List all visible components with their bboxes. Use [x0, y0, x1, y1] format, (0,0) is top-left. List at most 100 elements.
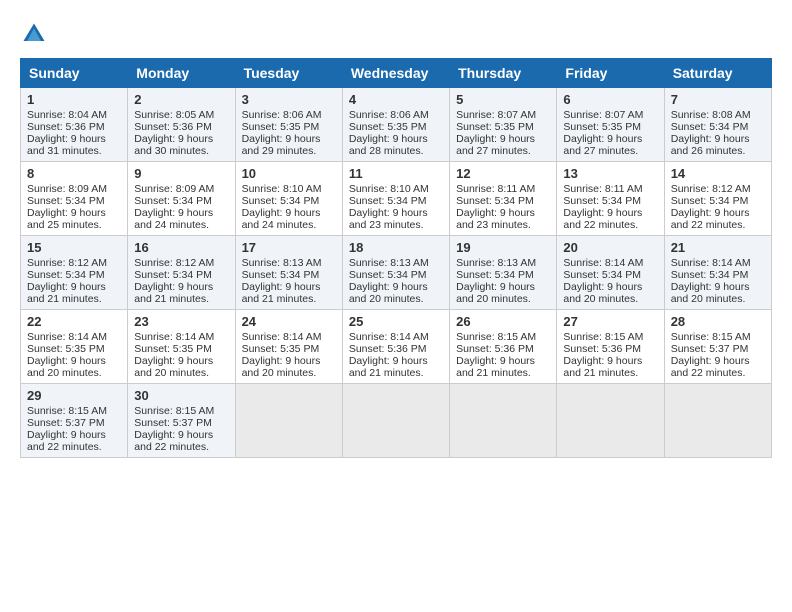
day-number: 10: [242, 166, 336, 181]
daylight-label: Daylight: 9 hours and 24 minutes.: [134, 207, 213, 231]
day-number: 29: [27, 388, 121, 403]
sunrise-label: Sunrise: 8:07 AM: [563, 109, 643, 121]
sunset-label: Sunset: 5:34 PM: [671, 195, 749, 207]
sunrise-label: Sunrise: 8:14 AM: [242, 331, 322, 343]
daylight-label: Daylight: 9 hours and 28 minutes.: [349, 133, 428, 157]
sunset-label: Sunset: 5:34 PM: [456, 269, 534, 281]
daylight-label: Daylight: 9 hours and 21 minutes.: [456, 355, 535, 379]
sunrise-label: Sunrise: 8:06 AM: [242, 109, 322, 121]
daylight-label: Daylight: 9 hours and 27 minutes.: [456, 133, 535, 157]
logo-icon: [20, 20, 48, 48]
calendar-day-cell: 18 Sunrise: 8:13 AM Sunset: 5:34 PM Dayl…: [342, 236, 449, 310]
daylight-label: Daylight: 9 hours and 21 minutes.: [242, 281, 321, 305]
daylight-label: Daylight: 9 hours and 22 minutes.: [671, 355, 750, 379]
daylight-label: Daylight: 9 hours and 20 minutes.: [456, 281, 535, 305]
daylight-label: Daylight: 9 hours and 20 minutes.: [671, 281, 750, 305]
sunrise-label: Sunrise: 8:15 AM: [563, 331, 643, 343]
calendar-day-cell: [664, 384, 771, 458]
day-number: 17: [242, 240, 336, 255]
calendar-day-cell: 3 Sunrise: 8:06 AM Sunset: 5:35 PM Dayli…: [235, 88, 342, 162]
daylight-label: Daylight: 9 hours and 27 minutes.: [563, 133, 642, 157]
sunset-label: Sunset: 5:34 PM: [563, 269, 641, 281]
daylight-label: Daylight: 9 hours and 25 minutes.: [27, 207, 106, 231]
daylight-label: Daylight: 9 hours and 26 minutes.: [671, 133, 750, 157]
weekday-header: Saturday: [664, 59, 771, 88]
daylight-label: Daylight: 9 hours and 21 minutes.: [134, 281, 213, 305]
calendar-day-cell: 9 Sunrise: 8:09 AM Sunset: 5:34 PM Dayli…: [128, 162, 235, 236]
calendar-day-cell: 2 Sunrise: 8:05 AM Sunset: 5:36 PM Dayli…: [128, 88, 235, 162]
sunset-label: Sunset: 5:36 PM: [134, 121, 212, 133]
daylight-label: Daylight: 9 hours and 23 minutes.: [349, 207, 428, 231]
sunrise-label: Sunrise: 8:15 AM: [27, 405, 107, 417]
sunrise-label: Sunrise: 8:12 AM: [134, 257, 214, 269]
day-number: 15: [27, 240, 121, 255]
sunrise-label: Sunrise: 8:09 AM: [27, 183, 107, 195]
calendar-week-row: 15 Sunrise: 8:12 AM Sunset: 5:34 PM Dayl…: [21, 236, 772, 310]
sunset-label: Sunset: 5:36 PM: [563, 343, 641, 355]
calendar-day-cell: [557, 384, 664, 458]
sunset-label: Sunset: 5:34 PM: [27, 269, 105, 281]
sunrise-label: Sunrise: 8:14 AM: [671, 257, 751, 269]
sunset-label: Sunset: 5:34 PM: [563, 195, 641, 207]
calendar-day-cell: 30 Sunrise: 8:15 AM Sunset: 5:37 PM Dayl…: [128, 384, 235, 458]
weekday-header: Monday: [128, 59, 235, 88]
sunset-label: Sunset: 5:35 PM: [563, 121, 641, 133]
day-number: 21: [671, 240, 765, 255]
day-number: 23: [134, 314, 228, 329]
day-number: 30: [134, 388, 228, 403]
sunrise-label: Sunrise: 8:10 AM: [242, 183, 322, 195]
day-number: 4: [349, 92, 443, 107]
sunset-label: Sunset: 5:34 PM: [134, 195, 212, 207]
calendar-week-row: 8 Sunrise: 8:09 AM Sunset: 5:34 PM Dayli…: [21, 162, 772, 236]
calendar-day-cell: 20 Sunrise: 8:14 AM Sunset: 5:34 PM Dayl…: [557, 236, 664, 310]
sunrise-label: Sunrise: 8:05 AM: [134, 109, 214, 121]
sunset-label: Sunset: 5:36 PM: [349, 343, 427, 355]
day-number: 25: [349, 314, 443, 329]
calendar-day-cell: 14 Sunrise: 8:12 AM Sunset: 5:34 PM Dayl…: [664, 162, 771, 236]
sunset-label: Sunset: 5:34 PM: [27, 195, 105, 207]
day-number: 9: [134, 166, 228, 181]
header: [20, 20, 772, 48]
calendar-day-cell: 13 Sunrise: 8:11 AM Sunset: 5:34 PM Dayl…: [557, 162, 664, 236]
daylight-label: Daylight: 9 hours and 22 minutes.: [27, 429, 106, 453]
sunrise-label: Sunrise: 8:14 AM: [563, 257, 643, 269]
calendar-day-cell: [235, 384, 342, 458]
daylight-label: Daylight: 9 hours and 23 minutes.: [456, 207, 535, 231]
sunset-label: Sunset: 5:34 PM: [671, 269, 749, 281]
daylight-label: Daylight: 9 hours and 21 minutes.: [349, 355, 428, 379]
daylight-label: Daylight: 9 hours and 24 minutes.: [242, 207, 321, 231]
day-number: 1: [27, 92, 121, 107]
sunrise-label: Sunrise: 8:14 AM: [27, 331, 107, 343]
daylight-label: Daylight: 9 hours and 30 minutes.: [134, 133, 213, 157]
calendar-day-cell: 4 Sunrise: 8:06 AM Sunset: 5:35 PM Dayli…: [342, 88, 449, 162]
sunset-label: Sunset: 5:37 PM: [27, 417, 105, 429]
day-number: 20: [563, 240, 657, 255]
calendar-day-cell: 25 Sunrise: 8:14 AM Sunset: 5:36 PM Dayl…: [342, 310, 449, 384]
calendar-day-cell: 29 Sunrise: 8:15 AM Sunset: 5:37 PM Dayl…: [21, 384, 128, 458]
calendar-day-cell: 1 Sunrise: 8:04 AM Sunset: 5:36 PM Dayli…: [21, 88, 128, 162]
sunset-label: Sunset: 5:35 PM: [349, 121, 427, 133]
calendar-day-cell: 17 Sunrise: 8:13 AM Sunset: 5:34 PM Dayl…: [235, 236, 342, 310]
calendar-table: SundayMondayTuesdayWednesdayThursdayFrid…: [20, 58, 772, 458]
calendar-day-cell: 10 Sunrise: 8:10 AM Sunset: 5:34 PM Dayl…: [235, 162, 342, 236]
day-number: 18: [349, 240, 443, 255]
sunrise-label: Sunrise: 8:14 AM: [134, 331, 214, 343]
sunset-label: Sunset: 5:34 PM: [242, 195, 320, 207]
day-number: 27: [563, 314, 657, 329]
calendar-day-cell: 27 Sunrise: 8:15 AM Sunset: 5:36 PM Dayl…: [557, 310, 664, 384]
sunrise-label: Sunrise: 8:12 AM: [27, 257, 107, 269]
sunrise-label: Sunrise: 8:10 AM: [349, 183, 429, 195]
day-number: 13: [563, 166, 657, 181]
day-number: 2: [134, 92, 228, 107]
daylight-label: Daylight: 9 hours and 31 minutes.: [27, 133, 106, 157]
daylight-label: Daylight: 9 hours and 20 minutes.: [349, 281, 428, 305]
weekday-header: Friday: [557, 59, 664, 88]
sunrise-label: Sunrise: 8:11 AM: [563, 183, 642, 195]
weekday-header: Tuesday: [235, 59, 342, 88]
day-number: 3: [242, 92, 336, 107]
calendar-day-cell: 11 Sunrise: 8:10 AM Sunset: 5:34 PM Dayl…: [342, 162, 449, 236]
sunrise-label: Sunrise: 8:08 AM: [671, 109, 751, 121]
sunrise-label: Sunrise: 8:13 AM: [242, 257, 322, 269]
sunrise-label: Sunrise: 8:15 AM: [456, 331, 536, 343]
sunset-label: Sunset: 5:36 PM: [456, 343, 534, 355]
